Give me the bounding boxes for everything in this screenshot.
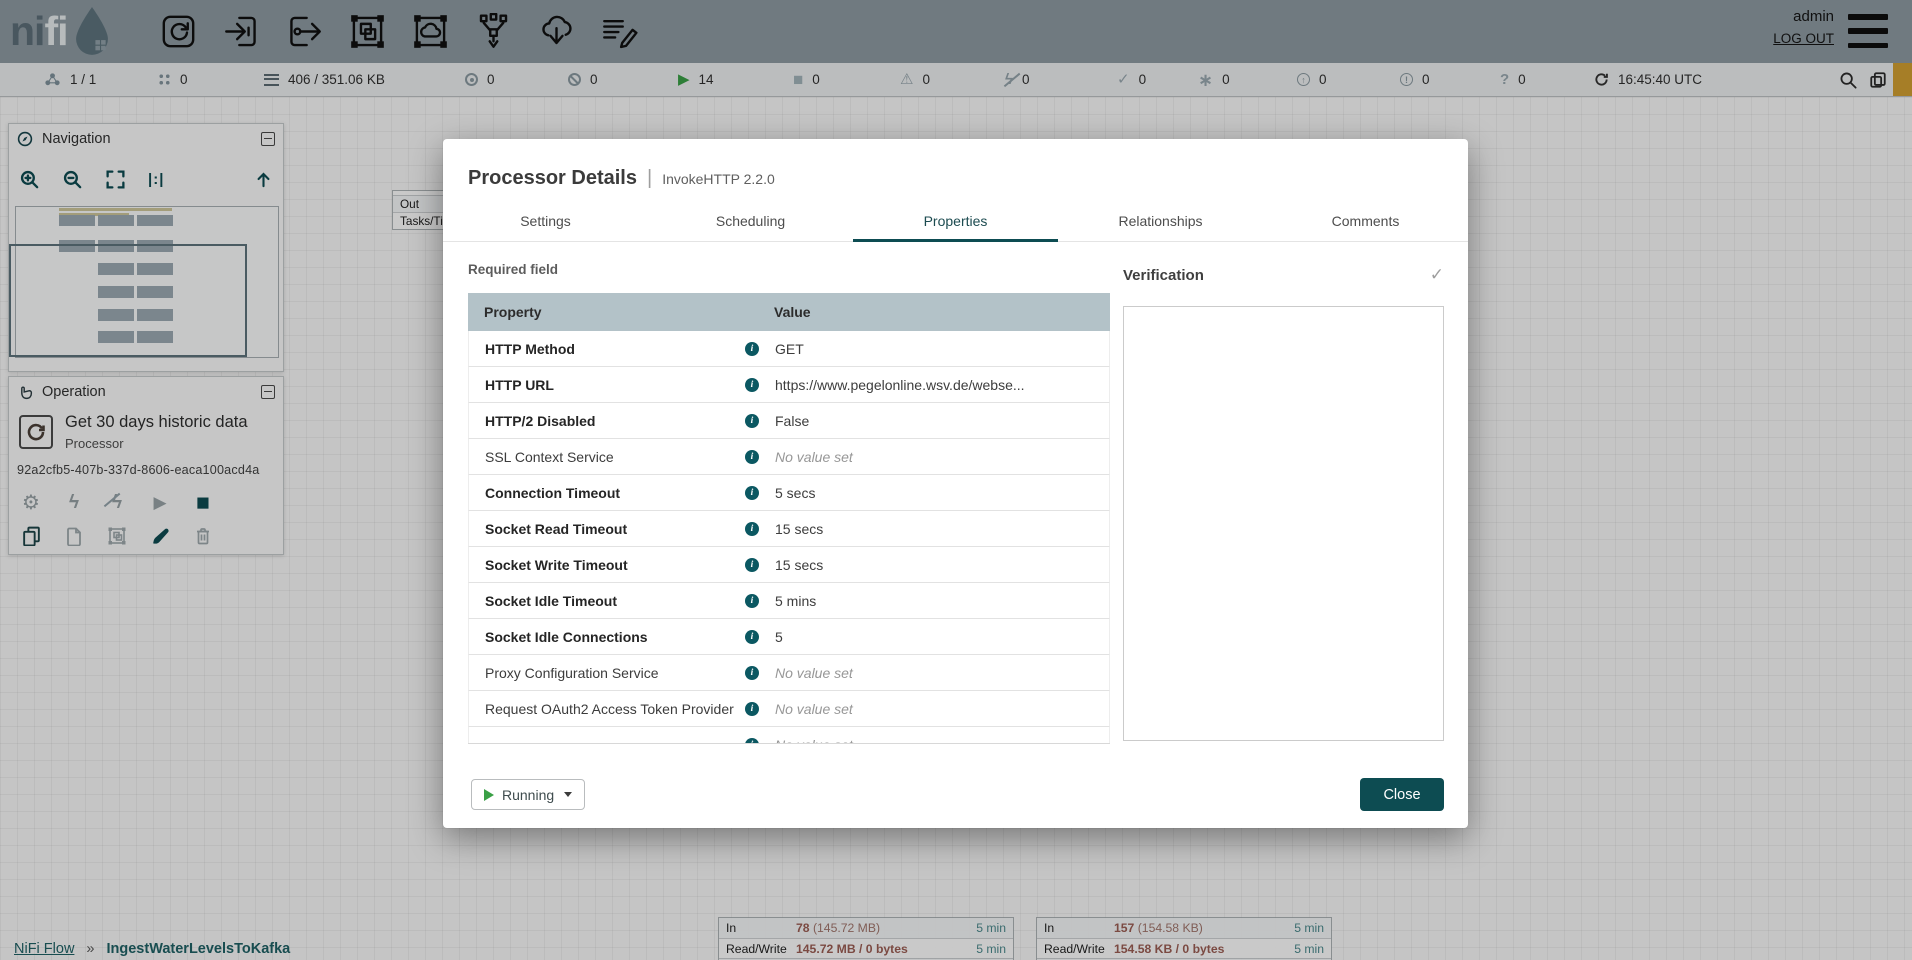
property-row: SSL Context Service No value set (468, 439, 1110, 475)
tab-properties[interactable]: Properties (853, 201, 1058, 241)
tab-relationships[interactable]: Relationships (1058, 201, 1263, 241)
dialog-tabs: Settings Scheduling Properties Relations… (443, 201, 1468, 242)
nifi-app: Out 0 (0 bytes) 5 min Tasks/Time 0 / 00:… (0, 0, 1912, 960)
info-icon[interactable] (745, 450, 759, 464)
play-icon (484, 789, 494, 801)
tab-comments[interactable]: Comments (1263, 201, 1468, 241)
run-state-button[interactable]: Running (471, 779, 585, 810)
processor-details-dialog: Processor Details | InvokeHTTP 2.2.0 Set… (443, 139, 1468, 828)
info-icon[interactable] (745, 702, 759, 716)
properties-table: Property Value HTTP Method GET HTTP URL … (468, 293, 1110, 744)
property-row: Connection Timeout 5 secs (468, 475, 1110, 511)
properties-table-header: Property Value (468, 293, 1110, 331)
tab-scheduling[interactable]: Scheduling (648, 201, 853, 241)
verification-results-panel (1123, 306, 1444, 741)
info-icon[interactable] (745, 486, 759, 500)
info-icon[interactable] (745, 378, 759, 392)
property-row: HTTP Method GET (468, 331, 1110, 367)
property-row: No value set (468, 727, 1110, 744)
info-icon[interactable] (745, 594, 759, 608)
info-icon[interactable] (745, 558, 759, 572)
property-row: Request OAuth2 Access Token Provider No … (468, 691, 1110, 727)
close-button[interactable]: Close (1360, 778, 1444, 811)
info-icon[interactable] (745, 630, 759, 644)
verify-check-icon[interactable]: ✓ (1430, 265, 1444, 285)
verification-label: Verification (1123, 267, 1204, 284)
property-row: Proxy Configuration Service No value set (468, 655, 1110, 691)
value-column-header: Value (774, 304, 1110, 320)
info-icon[interactable] (745, 522, 759, 536)
title-separator: | (647, 167, 652, 190)
info-icon[interactable] (745, 414, 759, 428)
tab-settings[interactable]: Settings (443, 201, 648, 241)
processor-type-version: InvokeHTTP 2.2.0 (662, 171, 775, 187)
info-icon[interactable] (745, 342, 759, 356)
property-row: HTTP URL https://www.pegelonline.wsv.de/… (468, 367, 1110, 403)
property-row: Socket Read Timeout 15 secs (468, 511, 1110, 547)
run-state-label: Running (502, 787, 554, 803)
dialog-title: Processor Details (468, 167, 637, 190)
property-row: Socket Write Timeout 15 secs (468, 547, 1110, 583)
required-field-label: Required field (468, 262, 558, 277)
property-row: HTTP/2 Disabled False (468, 403, 1110, 439)
info-icon[interactable] (745, 666, 759, 680)
info-icon[interactable] (745, 738, 759, 745)
property-column-header: Property (484, 304, 744, 320)
property-row: Socket Idle Timeout 5 mins (468, 583, 1110, 619)
chevron-down-icon (564, 792, 572, 797)
property-row: Socket Idle Connections 5 (468, 619, 1110, 655)
